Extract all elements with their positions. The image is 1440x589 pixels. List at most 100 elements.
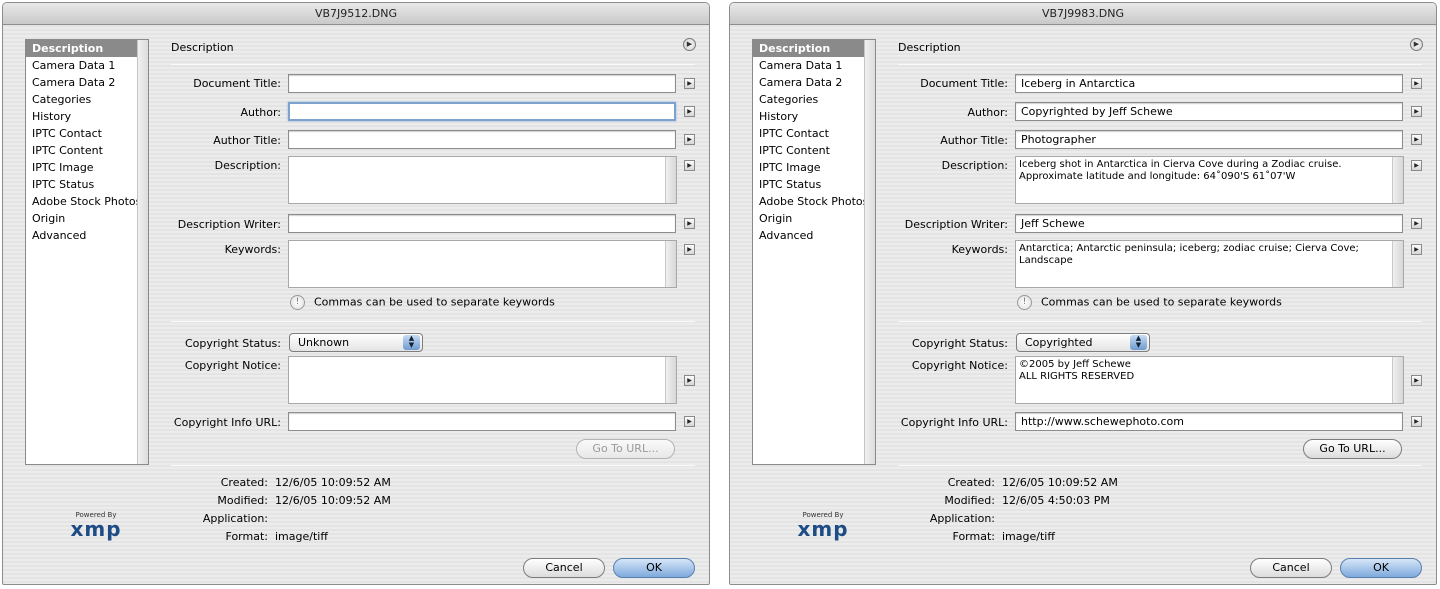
keywords-textarea[interactable] (288, 240, 677, 288)
author-title-input[interactable]: Photographer (1015, 130, 1403, 149)
author-title-menu-icon[interactable]: ▶ (1411, 134, 1422, 145)
created-value: 12/6/05 10:09:52 AM (275, 476, 391, 489)
copyright-status-select[interactable]: Copyrighted ▲ ▼ (1016, 333, 1150, 352)
ok-button[interactable]: OK (1340, 558, 1422, 578)
go-to-url-button[interactable]: Go To URL... (1303, 439, 1402, 459)
sidebar-item-camera-data-2[interactable]: Camera Data 2 (753, 74, 875, 91)
sidebar-item-camera-data-1[interactable]: Camera Data 1 (753, 57, 875, 74)
sidebar-item-iptc-content[interactable]: IPTC Content (753, 142, 875, 159)
sidebar-scrollbar[interactable] (137, 40, 148, 464)
description-scrollbar[interactable] (665, 157, 676, 203)
application-label: Application: (929, 512, 995, 525)
copyright-notice-textarea[interactable]: ©2005 by Jeff Schewe ALL RIGHTS RESERVED (1015, 356, 1404, 404)
copyright-url-input[interactable]: http://www.schewephoto.com (1015, 412, 1403, 431)
author-title-input[interactable] (288, 130, 676, 149)
author-menu-icon[interactable]: ▶ (684, 106, 695, 117)
copyright-notice-scrollbar[interactable] (665, 357, 676, 403)
keywords-scrollbar[interactable] (665, 241, 676, 287)
xmp-logo-text: xmp (797, 517, 849, 541)
copyright-url-input[interactable] (288, 412, 676, 431)
sidebar-item-adobe-stock-photos[interactable]: Adobe Stock Photos (753, 193, 875, 210)
copyright-notice-textarea[interactable] (288, 356, 677, 404)
sidebar-item-iptc-image[interactable]: IPTC Image (753, 159, 875, 176)
sidebar-item-camera-data-1[interactable]: Camera Data 1 (26, 57, 148, 74)
sidebar-item-advanced[interactable]: Advanced (753, 227, 875, 244)
xmp-logo-text: xmp (70, 517, 122, 541)
copyright-notice-menu-icon[interactable]: ▶ (684, 375, 695, 386)
keywords-line: Landscape (1019, 255, 1073, 266)
sidebar-item-iptc-content[interactable]: IPTC Content (26, 142, 148, 159)
description-textarea[interactable] (288, 156, 677, 204)
description-writer-menu-icon[interactable]: ▶ (684, 218, 695, 229)
keywords-hint: ! Commas can be used to separate keywords (1017, 295, 1282, 310)
keywords-textarea[interactable]: Antarctica; Antarctic peninsula; iceberg… (1015, 240, 1404, 288)
updown-arrows-icon: ▲ ▼ (403, 335, 420, 350)
keywords-label: Keywords: (224, 243, 281, 256)
copyright-notice-scrollbar[interactable] (1392, 357, 1403, 403)
copyright-status-value: Copyrighted (1025, 336, 1093, 349)
panel-menu-icon[interactable]: ▶ (1410, 38, 1423, 51)
document-title-input[interactable] (288, 74, 676, 93)
category-list[interactable]: Description Camera Data 1 Camera Data 2 … (752, 39, 876, 465)
sidebar-item-description[interactable]: Description (753, 40, 875, 57)
sidebar-item-iptc-image[interactable]: IPTC Image (26, 159, 148, 176)
copyright-status-select[interactable]: Unknown ▲ ▼ (289, 333, 423, 352)
sidebar-item-camera-data-2[interactable]: Camera Data 2 (26, 74, 148, 91)
sidebar-item-categories[interactable]: Categories (753, 91, 875, 108)
panel-menu-icon[interactable]: ▶ (683, 38, 696, 51)
author-input[interactable]: Copyrighted by Jeff Schewe (1015, 102, 1403, 121)
keywords-label: Keywords: (951, 243, 1008, 256)
description-textarea[interactable]: Iceberg shot in Antarctica in Cierva Cov… (1015, 156, 1404, 204)
description-menu-icon[interactable]: ▶ (684, 160, 695, 171)
copyright-status-value: Unknown (298, 336, 350, 349)
sidebar-item-iptc-contact[interactable]: IPTC Contact (26, 125, 148, 142)
author-title-menu-icon[interactable]: ▶ (684, 134, 695, 145)
sidebar-item-advanced[interactable]: Advanced (26, 227, 148, 244)
author-label: Author: (967, 106, 1008, 119)
document-title-label: Document Title: (193, 77, 281, 90)
copyright-url-menu-icon[interactable]: ▶ (684, 416, 695, 427)
modified-label: Modified: (217, 494, 268, 507)
cancel-button[interactable]: Cancel (523, 558, 605, 578)
description-writer-label: Description Writer: (177, 218, 281, 231)
cancel-button[interactable]: Cancel (1250, 558, 1332, 578)
sidebar-item-history[interactable]: History (753, 108, 875, 125)
document-title-menu-icon[interactable]: ▶ (684, 78, 695, 89)
copyright-url-menu-icon[interactable]: ▶ (1411, 416, 1422, 427)
modified-value: 12/6/05 10:09:52 AM (275, 494, 391, 507)
description-menu-icon[interactable]: ▶ (1411, 160, 1422, 171)
description-line: Iceberg shot in Antarctica in Cierva Cov… (1019, 159, 1342, 170)
keywords-hint-text: Commas can be used to separate keywords (1041, 295, 1282, 309)
go-to-url-button[interactable]: Go To URL... (576, 439, 675, 459)
author-label: Author: (240, 106, 281, 119)
keywords-hint: ! Commas can be used to separate keywords (290, 295, 555, 310)
description-writer-menu-icon[interactable]: ▶ (1411, 218, 1422, 229)
description-writer-label: Description Writer: (904, 218, 1008, 231)
description-writer-input[interactable]: Jeff Schewe (1015, 214, 1403, 233)
window-title: VB7J9983.DNG (730, 3, 1436, 25)
author-title-label: Author Title: (213, 134, 281, 147)
sidebar-item-origin[interactable]: Origin (753, 210, 875, 227)
sidebar-item-origin[interactable]: Origin (26, 210, 148, 227)
sidebar-scrollbar[interactable] (864, 40, 875, 464)
sidebar-item-iptc-status[interactable]: IPTC Status (753, 176, 875, 193)
keywords-menu-icon[interactable]: ▶ (684, 244, 695, 255)
keywords-scrollbar[interactable] (1392, 241, 1403, 287)
sidebar-item-categories[interactable]: Categories (26, 91, 148, 108)
document-title-menu-icon[interactable]: ▶ (1411, 78, 1422, 89)
description-scrollbar[interactable] (1392, 157, 1403, 203)
keywords-menu-icon[interactable]: ▶ (1411, 244, 1422, 255)
sidebar-item-iptc-status[interactable]: IPTC Status (26, 176, 148, 193)
author-input[interactable] (288, 102, 676, 121)
sidebar-item-adobe-stock-photos[interactable]: Adobe Stock Photos (26, 193, 148, 210)
copyright-notice-menu-icon[interactable]: ▶ (1411, 375, 1422, 386)
divider (898, 465, 1422, 466)
sidebar-item-description[interactable]: Description (26, 40, 148, 57)
category-list[interactable]: Description Camera Data 1 Camera Data 2 … (25, 39, 149, 465)
ok-button[interactable]: OK (613, 558, 695, 578)
sidebar-item-history[interactable]: History (26, 108, 148, 125)
sidebar-item-iptc-contact[interactable]: IPTC Contact (753, 125, 875, 142)
author-menu-icon[interactable]: ▶ (1411, 106, 1422, 117)
document-title-input[interactable]: Iceberg in Antarctica (1015, 74, 1403, 93)
description-writer-input[interactable] (288, 214, 676, 233)
